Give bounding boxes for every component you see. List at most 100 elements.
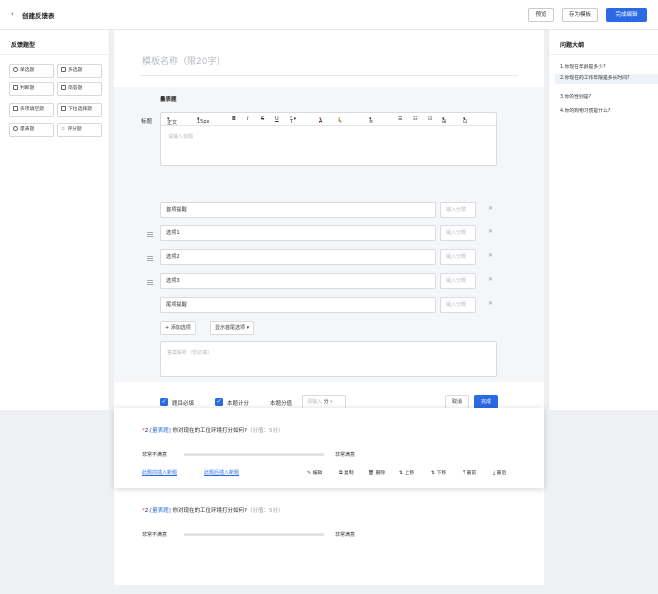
highlight-icon[interactable]: ✎ ▾ <box>338 116 342 125</box>
type-short-answer[interactable]: 简答题 <box>57 82 102 96</box>
finish-edit-button[interactable]: 完成编辑 <box>606 8 647 22</box>
option-item[interactable]: 选项1 <box>160 225 436 241</box>
type-multi-choice[interactable]: 多选题 <box>57 64 102 78</box>
move-bottom-button[interactable]: ⤓ 最后 <box>493 469 506 476</box>
outline-item[interactable]: 4.你的购物习惯是什么? <box>560 107 656 114</box>
option-first-hint[interactable]: 首项提醒 <box>160 202 436 218</box>
font-color-icon[interactable]: A ▾ <box>319 116 322 125</box>
outline-item[interactable]: 1.你现在年龄是多少? <box>560 63 656 70</box>
top-bar: ‹ 创建反馈表 预览 存为模板 完成编辑 <box>0 0 658 30</box>
copy-icon: ⧉ <box>339 471 343 476</box>
scale-bar[interactable] <box>184 453 324 456</box>
scoring-checkbox[interactable]: ✓ <box>215 398 223 406</box>
score-input[interactable]: 输入分数 <box>440 249 476 265</box>
required-label: 题目必填 <box>172 401 195 407</box>
type-scale[interactable]: 量表题 <box>9 123 54 137</box>
outline-panel: 问题大纲 1.你现在年龄是多少? 2.你现在的工作年限是多长时间? 3.你的性别… <box>548 30 658 410</box>
move-down-button[interactable]: ⇅ 下移 <box>431 469 446 476</box>
required-checkbox[interactable]: ✓ <box>160 398 168 406</box>
type-dropdown[interactable]: 下拉选择题 <box>57 103 102 117</box>
trash-icon: 🗑 <box>368 471 375 476</box>
align-icon[interactable]: ≡ ▾ <box>369 116 373 125</box>
save-template-button[interactable]: 存为模板 <box>562 8 598 22</box>
ordered-list-icon[interactable]: ☰ <box>398 116 402 122</box>
score-value-input[interactable]: 请输入 分 ▾ <box>302 395 346 409</box>
score-input[interactable]: 输入分数 <box>440 202 476 218</box>
close-icon[interactable]: ✕ <box>488 205 493 212</box>
type-rating[interactable]: ☆ 评分题 <box>57 123 102 137</box>
panel-title: 问题大纲 <box>560 42 585 49</box>
bold-icon[interactable]: B <box>232 116 236 122</box>
panel-title: 反馈题型 <box>11 42 36 49</box>
question-type-panel: 反馈题型 单选题 多选题 判断题 简答题 多项填空题 下拉选择题 量表题 ☆ 评分… <box>0 30 110 410</box>
underline-icon[interactable]: U <box>275 116 279 122</box>
close-icon[interactable]: ✕ <box>488 252 493 259</box>
title-placeholder: 请输入标题 <box>168 134 194 140</box>
font-size-select[interactable]: 15px ▾ <box>197 116 210 125</box>
type-single-choice[interactable]: 单选题 <box>9 64 54 78</box>
move-up-button[interactable]: ⇅ 上移 <box>399 469 414 476</box>
type-judge[interactable]: 判断题 <box>9 82 54 96</box>
radio-icon <box>13 66 18 72</box>
scale-bar[interactable] <box>184 533 324 536</box>
type-multi-blank[interactable]: 多项填空题 <box>9 103 54 117</box>
drag-handle-icon[interactable] <box>147 256 153 261</box>
divider <box>549 54 658 55</box>
text-icon <box>61 84 66 90</box>
edit-icon: ✎ <box>307 471 312 476</box>
drag-handle-icon[interactable] <box>147 232 153 237</box>
to-top-icon: ⤒ <box>463 471 466 476</box>
outline-item[interactable]: 3.你的性别是? <box>560 93 656 100</box>
superscript-icon[interactable]: T² ▾ <box>290 116 296 125</box>
cancel-button[interactable]: 取消 <box>445 395 469 409</box>
editor-toolbar: 正文 ▾ 15px ▾ B I S U T² ▾ A ▾ ✎ ▾ ≡ ▾ ☰ ☷… <box>161 113 496 126</box>
score-input[interactable]: 输入分数 <box>440 297 476 313</box>
strikethrough-icon[interactable]: S <box>261 116 264 122</box>
scale-right-label: 非常满意 <box>335 452 356 458</box>
drag-handle-icon[interactable] <box>147 280 153 285</box>
option-last-hint[interactable]: 尾项提醒 <box>160 297 436 313</box>
close-icon[interactable]: ✕ <box>488 300 493 307</box>
judge-icon <box>13 84 18 90</box>
checklist-icon[interactable]: ☑ <box>428 116 432 122</box>
move-up-icon: ⇅ <box>399 471 404 476</box>
outline-item-active[interactable]: 2.你现在的工作年限是多长时间? <box>555 74 658 84</box>
image-icon[interactable]: ⊡ ▾ <box>463 116 467 125</box>
analysis-textarea[interactable]: 答案解析（非必填） <box>160 341 497 377</box>
score-value-label: 本题分值 <box>270 401 293 407</box>
question-title: *2.[量表题] 你对现在的工位环境打分如何?（分值：5分） <box>142 428 284 434</box>
dropdown-icon <box>61 105 66 111</box>
form-canvas: 模板名称（限20字） 量表题 标题 正文 ▾ 15px ▾ B I S U T²… <box>114 30 544 585</box>
insert-after-link[interactable]: 此题后插入新题 <box>204 469 239 476</box>
option-item[interactable]: 选项2 <box>160 249 436 265</box>
close-icon[interactable]: ✕ <box>488 276 493 283</box>
move-top-button[interactable]: ⤒ 最前 <box>463 469 476 476</box>
editor-question-type: 量表题 <box>160 97 177 103</box>
add-option-button[interactable]: + 添加选项 <box>160 321 196 335</box>
chevron-left-icon[interactable]: ‹ <box>11 10 14 18</box>
title-rich-editor[interactable]: 正文 ▾ 15px ▾ B I S U T² ▾ A ▾ ✎ ▾ ≡ ▾ ☰ ☷… <box>160 112 497 166</box>
done-button[interactable]: 完成 <box>474 395 498 409</box>
score-input[interactable]: 输入分数 <box>440 273 476 289</box>
edit-button[interactable]: ✎ 编辑 <box>307 469 322 476</box>
grid-icon <box>13 105 18 111</box>
italic-icon[interactable]: I <box>247 116 248 122</box>
delete-button[interactable]: 🗑 删除 <box>368 469 385 476</box>
to-bottom-icon: ⤓ <box>493 471 496 476</box>
question-card[interactable]: *2.[量表题] 你对现在的工位环境打分如何?（分值：5分） 非常不满意 非常满… <box>114 408 544 488</box>
preview-button[interactable]: 预览 <box>528 8 554 22</box>
show-first-last-select[interactable]: 显示首尾选项 ▾ <box>210 321 255 335</box>
insert-before-link[interactable]: 此题前插入新题 <box>142 469 177 476</box>
question-title: *2.[量表题] 你对现在的工位环境打分如何?（分值：5分） <box>142 508 284 514</box>
scale-icon <box>13 125 18 131</box>
table-icon[interactable]: ⊞ ▾ <box>442 116 446 125</box>
font-family-select[interactable]: 正文 ▾ <box>167 116 177 126</box>
question-editor: 量表题 标题 正文 ▾ 15px ▾ B I S U T² ▾ A ▾ ✎ ▾ … <box>114 87 544 409</box>
option-item[interactable]: 选项3 <box>160 273 436 289</box>
bullet-list-icon[interactable]: ☷ <box>413 116 417 122</box>
close-icon[interactable]: ✕ <box>488 228 493 235</box>
divider <box>140 75 518 76</box>
template-name-input[interactable]: 模板名称（限20字） <box>142 54 225 67</box>
score-input[interactable]: 输入分数 <box>440 225 476 241</box>
copy-button[interactable]: ⧉ 复制 <box>339 469 354 476</box>
